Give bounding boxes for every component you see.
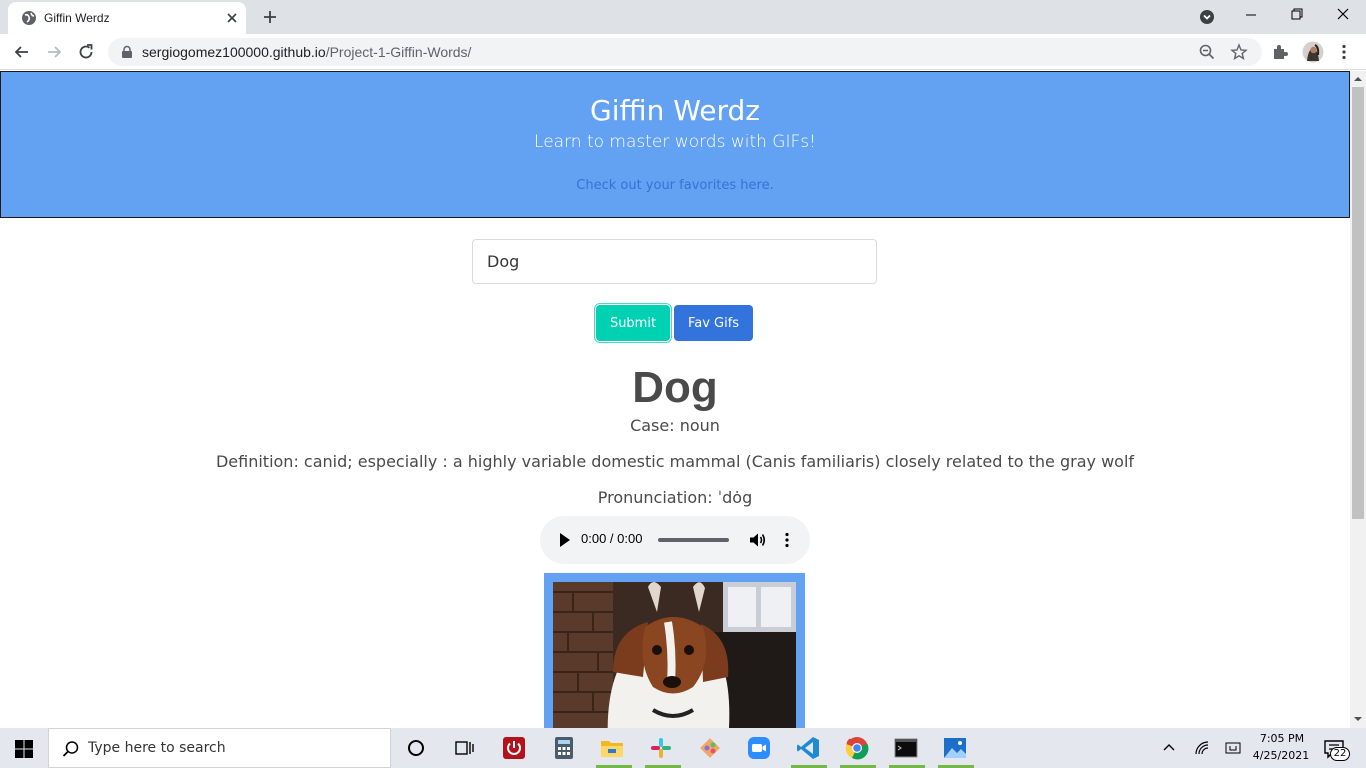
- address-bar[interactable]: sergiogomez100000.github.io/Project-1-Gi…: [108, 38, 1262, 66]
- bookmark-star-icon[interactable]: [1230, 43, 1248, 61]
- photos-icon[interactable]: [941, 734, 969, 762]
- audio-time: 0:00 / 0:00: [581, 531, 643, 546]
- globe-icon: [22, 11, 36, 25]
- favorites-link[interactable]: Check out your favorites here.: [1, 178, 1349, 193]
- chrome-icon[interactable]: [843, 734, 871, 762]
- reload-icon[interactable]: [76, 42, 96, 62]
- scroll-up-icon[interactable]: [1354, 75, 1362, 83]
- profile-avatar-icon[interactable]: [1302, 41, 1324, 63]
- scroll-down-icon[interactable]: [1354, 715, 1362, 723]
- show-hidden-icons-chevron-icon[interactable]: [1161, 740, 1177, 756]
- scroll-thumb[interactable]: [1352, 87, 1364, 519]
- taskbar-search-box[interactable]: Type here to search: [48, 728, 391, 768]
- audio-more-icon[interactable]: [778, 531, 796, 549]
- play-icon[interactable]: [559, 533, 571, 547]
- search-icon: [62, 741, 79, 757]
- task-view-icon[interactable]: [450, 734, 478, 762]
- tab-strip: Giffin Werdz: [0, 0, 1366, 34]
- lock-icon[interactable]: [120, 45, 134, 59]
- zoom-app-icon[interactable]: [745, 734, 773, 762]
- forward-icon[interactable]: [44, 42, 64, 62]
- zoom-icon[interactable]: [1198, 43, 1216, 61]
- minimize-icon[interactable]: [1228, 0, 1274, 32]
- tab-search-icon[interactable]: [1198, 8, 1216, 26]
- clock-date[interactable]: 4/25/2021: [1252, 749, 1310, 762]
- keyboard-icon[interactable]: [1225, 740, 1241, 756]
- dog-gif-image[interactable]: [553, 582, 796, 728]
- clock-time[interactable]: 7:05 PM: [1256, 732, 1308, 745]
- menu-dots-icon[interactable]: [1334, 42, 1354, 62]
- power-app-icon[interactable]: [500, 734, 528, 762]
- browser-toolbar: sergiogomez100000.github.io/Project-1-Gi…: [0, 34, 1366, 70]
- fav-gifs-button[interactable]: Fav Gifs: [674, 305, 753, 341]
- volume-icon[interactable]: [748, 531, 766, 549]
- vscode-icon[interactable]: [794, 734, 822, 762]
- windows-taskbar: Type here to search 7:05 PM 4/25/2021 22: [0, 728, 1366, 768]
- network-icon[interactable]: [1194, 740, 1210, 756]
- close-tab-icon[interactable]: [224, 10, 240, 26]
- url-text[interactable]: sergiogomez100000.github.io/Project-1-Gi…: [142, 44, 471, 60]
- restore-icon[interactable]: [1274, 0, 1320, 32]
- audio-progress-slider[interactable]: [658, 538, 729, 542]
- terminal-icon[interactable]: [892, 734, 920, 762]
- hero-banner: Giffin Werdz Learn to master words with …: [0, 71, 1350, 218]
- windows-start-icon[interactable]: [14, 739, 34, 759]
- result-definition: Definition: canid; especially : a highly…: [215, 452, 1135, 471]
- cortana-icon[interactable]: [402, 734, 430, 762]
- calculator-icon[interactable]: [550, 734, 578, 762]
- close-window-icon[interactable]: [1320, 0, 1366, 32]
- file-explorer-icon[interactable]: [598, 734, 626, 762]
- tab-title: Giffin Werdz: [44, 11, 110, 25]
- new-tab-icon[interactable]: [260, 7, 280, 27]
- word-search-input[interactable]: [472, 239, 877, 284]
- slack-icon[interactable]: [647, 734, 675, 762]
- result-pronunciation: Pronunciation: ˈdȯg: [597, 488, 753, 507]
- result-case: Case: noun: [630, 416, 720, 435]
- page-content: Giffin Werdz Learn to master words with …: [0, 71, 1350, 728]
- result-word: Dog: [632, 363, 718, 412]
- site-subtitle: Learn to master words with GIFs!: [534, 132, 816, 152]
- notification-count-badge: 22: [1330, 747, 1350, 761]
- back-icon[interactable]: [12, 42, 32, 62]
- taskbar-search-placeholder: Type here to search: [88, 740, 226, 756]
- submit-button[interactable]: Submit: [596, 305, 670, 341]
- page-scrollbar[interactable]: [1350, 71, 1366, 728]
- gif-card[interactable]: [544, 573, 805, 728]
- extensions-icon[interactable]: [1270, 42, 1290, 62]
- site-title: Giffin Werdz: [590, 94, 760, 127]
- git-icon[interactable]: [696, 734, 724, 762]
- audio-player[interactable]: 0:00 / 0:00: [540, 516, 810, 564]
- browser-tab[interactable]: Giffin Werdz: [8, 2, 246, 34]
